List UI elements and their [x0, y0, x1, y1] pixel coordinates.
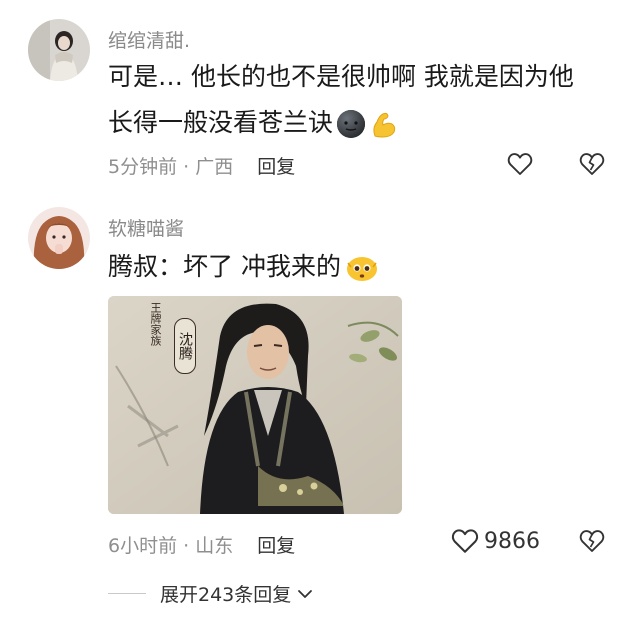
comment-text-line: 腾叔：坏了 冲我来的 — [108, 252, 341, 281]
pleading-face-emoji — [345, 246, 379, 288]
flexed-biceps-emoji — [369, 102, 399, 144]
comment-text-line: 可是… 他长的也不是很帅啊 我就是因为他 — [108, 62, 574, 91]
expand-replies-label: 展开243条回复 — [160, 584, 292, 606]
like-button[interactable] — [506, 150, 534, 178]
dark-moon-face-emoji — [335, 102, 367, 144]
dislike-button[interactable] — [578, 150, 606, 178]
comment-image[interactable]: 王牌家族 沈腾 — [108, 296, 402, 514]
avatar[interactable] — [28, 207, 90, 269]
comment-text: 可是… 他长的也不是很帅啊 我就是因为他 — [108, 56, 574, 98]
like-count: 9866 — [484, 528, 540, 554]
chevron-down-icon — [298, 589, 313, 598]
comment-text: 长得一般没看苍兰诀 — [108, 102, 399, 144]
expand-replies-button[interactable]: 展开243条回复 — [108, 580, 315, 607]
comment-text: 腾叔：坏了 冲我来的 — [108, 246, 379, 288]
avatar[interactable] — [28, 19, 90, 81]
comment-meta: 5分钟前 · 广西 回复 — [108, 152, 295, 179]
heart-icon — [451, 529, 479, 553]
image-badge-name: 沈腾 — [174, 318, 196, 374]
username[interactable]: 软糖喵酱 — [108, 214, 184, 241]
divider — [108, 593, 146, 594]
comment-meta: 6小时前 · 山东 回复 — [108, 531, 295, 558]
comment-time-location: 6小时前 · 山东 — [108, 535, 234, 557]
broken-heart-icon — [579, 530, 605, 552]
comment-text-line: 长得一般没看苍兰诀 — [108, 108, 334, 137]
broken-heart-icon — [579, 153, 605, 175]
heart-icon — [507, 153, 533, 175]
comment-time-location: 5分钟前 · 广西 — [108, 156, 234, 178]
dislike-button[interactable] — [578, 527, 606, 555]
reply-button[interactable]: 回复 — [257, 531, 295, 558]
reply-button[interactable]: 回复 — [257, 152, 295, 179]
image-badge-small: 王牌家族 — [149, 302, 162, 346]
like-button[interactable]: 9866 — [450, 526, 540, 556]
username[interactable]: 绾绾清甜. — [108, 26, 190, 53]
